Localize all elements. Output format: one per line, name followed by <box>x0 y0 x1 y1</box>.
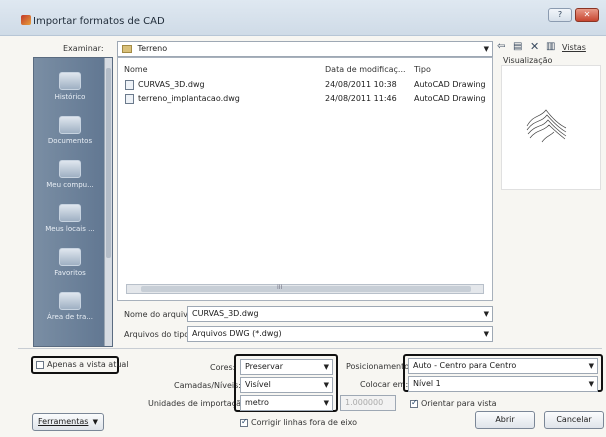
cancel-button[interactable]: Cancelar <box>544 411 604 429</box>
chevron-down-icon: ▼ <box>483 310 489 318</box>
positioning-dropdown[interactable]: Auto - Centro para Centro ▼ <box>408 358 598 374</box>
sidebar-scrollbar[interactable] <box>104 58 112 346</box>
positioning-value: Auto - Centro para Centro <box>413 361 517 370</box>
file-name: CURVAS_3D.dwg <box>138 80 205 89</box>
scale-input[interactable]: 1.000000 <box>340 395 396 411</box>
scrollbar-thumb[interactable] <box>106 68 111 258</box>
views-button[interactable]: Vistas <box>562 43 586 52</box>
new-folder-icon[interactable]: ▥ <box>546 41 555 52</box>
file-list[interactable]: Nome Data de modificaç... Tipo CURVAS_3D… <box>117 57 493 301</box>
table-row[interactable]: CURVAS_3D.dwg 24/08/2011 10:38 AutoCAD D… <box>122 79 487 91</box>
preview-label: Visualização <box>503 56 553 65</box>
orient-checkbox[interactable]: Orientar para vista <box>410 398 497 408</box>
folder-icon <box>122 44 132 53</box>
desktop-icon <box>59 292 81 310</box>
horizontal-scrollbar[interactable]: III <box>126 284 484 294</box>
correct-lines-label: Corrigir linhas fora de eixo <box>251 418 357 427</box>
column-header-name[interactable]: Nome <box>124 65 148 74</box>
checkbox-box[interactable] <box>36 360 44 369</box>
tools-button[interactable]: Ferramentas ▼ <box>32 413 104 431</box>
place-at-dropdown[interactable]: Nível 1 ▼ <box>408 376 598 392</box>
dwg-file-icon <box>125 94 134 104</box>
file-date: 24/08/2011 11:46 <box>325 94 397 103</box>
orient-label: Orientar para vista <box>421 399 497 408</box>
chevron-down-icon: ▼ <box>323 363 329 371</box>
filename-value: CURVAS_3D.dwg <box>192 309 259 318</box>
filetype-label: Arquivos do tipo: <box>124 330 192 339</box>
close-button[interactable]: ✕ <box>575 8 599 22</box>
look-in-value: Terreno <box>137 44 168 53</box>
checkbox-box[interactable] <box>410 398 418 408</box>
favorites-icon <box>59 248 81 266</box>
scrollbar-thumb[interactable] <box>141 286 471 292</box>
table-row[interactable]: terreno_implantacao.dwg 24/08/2011 11:46… <box>122 93 487 105</box>
sidebar-item-documents[interactable]: Documentos <box>34 116 106 145</box>
history-icon <box>59 72 81 90</box>
scroll-grip-marker: III <box>277 284 283 291</box>
layers-value: Visível <box>245 380 271 389</box>
filename-input[interactable]: CURVAS_3D.dwg ▼ <box>187 306 493 322</box>
column-header-date[interactable]: Data de modificaç... <box>325 65 406 74</box>
sidebar-item-label: Histórico <box>54 93 86 101</box>
chevron-down-icon: ▼ <box>92 418 98 426</box>
filetype-dropdown[interactable]: Arquivos DWG (*.dwg) ▼ <box>187 326 493 342</box>
dwg-file-icon <box>125 80 134 90</box>
computer-icon <box>59 160 81 178</box>
chevron-down-icon: ▼ <box>323 399 329 407</box>
layers-label: Camadas/Níveis: <box>174 381 241 390</box>
look-in-dropdown[interactable]: Terreno ▼ <box>117 41 493 57</box>
units-dropdown[interactable]: metro ▼ <box>240 395 333 411</box>
window-title: Importar formatos de CAD <box>33 16 165 27</box>
place-at-value: Nível 1 <box>413 379 441 388</box>
sidebar-item-label: Favoritos <box>54 269 86 277</box>
sidebar-item-computer[interactable]: Meu compu... <box>34 160 106 189</box>
filename-label: Nome do arquivo: <box>124 310 196 319</box>
documents-icon <box>59 116 81 134</box>
layers-dropdown[interactable]: Visível ▼ <box>240 377 333 393</box>
current-view-checkbox[interactable]: Apenas a vista atual <box>36 360 129 369</box>
delete-icon[interactable]: ✕ <box>530 40 539 53</box>
filetype-value: Arquivos DWG (*.dwg) <box>192 329 282 338</box>
place-at-label: Colocar em: <box>360 380 409 389</box>
sidebar-item-history[interactable]: Histórico <box>34 72 106 101</box>
back-arrow-icon[interactable]: ⇦ <box>497 41 505 52</box>
file-type: AutoCAD Drawing <box>414 80 486 89</box>
sidebar-item-network[interactable]: Meus locais ... <box>34 204 106 233</box>
look-in-label: Examinar: <box>63 44 104 53</box>
checkbox-box[interactable] <box>240 417 248 427</box>
help-button[interactable]: ? <box>548 8 572 22</box>
tools-label: Ferramentas <box>38 417 89 426</box>
preview-pane <box>501 65 601 190</box>
chevron-down-icon: ▼ <box>588 362 594 370</box>
chevron-down-icon: ▼ <box>323 381 329 389</box>
colors-dropdown[interactable]: Preservar ▼ <box>240 359 333 375</box>
chevron-down-icon: ▼ <box>483 45 489 53</box>
correct-lines-checkbox[interactable]: Corrigir linhas fora de eixo <box>240 417 357 427</box>
preview-thumbnail-icon <box>526 109 567 143</box>
sidebar-item-label: Meu compu... <box>46 181 94 189</box>
sidebar-item-desktop[interactable]: Área de tra... <box>34 292 106 321</box>
sidebar-item-favorites[interactable]: Favoritos <box>34 248 106 277</box>
chevron-down-icon: ▼ <box>483 330 489 338</box>
sidebar-item-label: Documentos <box>47 137 93 145</box>
app-icon <box>21 15 31 25</box>
colors-label: Cores: <box>210 363 236 372</box>
colors-value: Preservar <box>245 362 284 371</box>
open-button[interactable]: Abrir <box>475 411 535 429</box>
sidebar-item-label: Área de tra... <box>47 313 93 321</box>
sidebar-item-label: Meus locais ... <box>45 225 95 233</box>
file-type: AutoCAD Drawing <box>414 94 486 103</box>
places-sidebar: Histórico Documentos Meu compu... Meus l… <box>33 57 113 347</box>
file-date: 24/08/2011 10:38 <box>325 80 397 89</box>
units-value: metro <box>245 398 269 407</box>
chevron-down-icon: ▼ <box>588 380 594 388</box>
up-folder-icon[interactable]: ▤ <box>513 41 522 52</box>
current-view-label: Apenas a vista atual <box>47 360 129 369</box>
file-name: terreno_implantacao.dwg <box>138 94 240 103</box>
column-header-type[interactable]: Tipo <box>414 65 431 74</box>
network-places-icon <box>59 204 81 222</box>
separator <box>18 348 602 349</box>
positioning-label: Posicionamento: <box>346 362 412 371</box>
